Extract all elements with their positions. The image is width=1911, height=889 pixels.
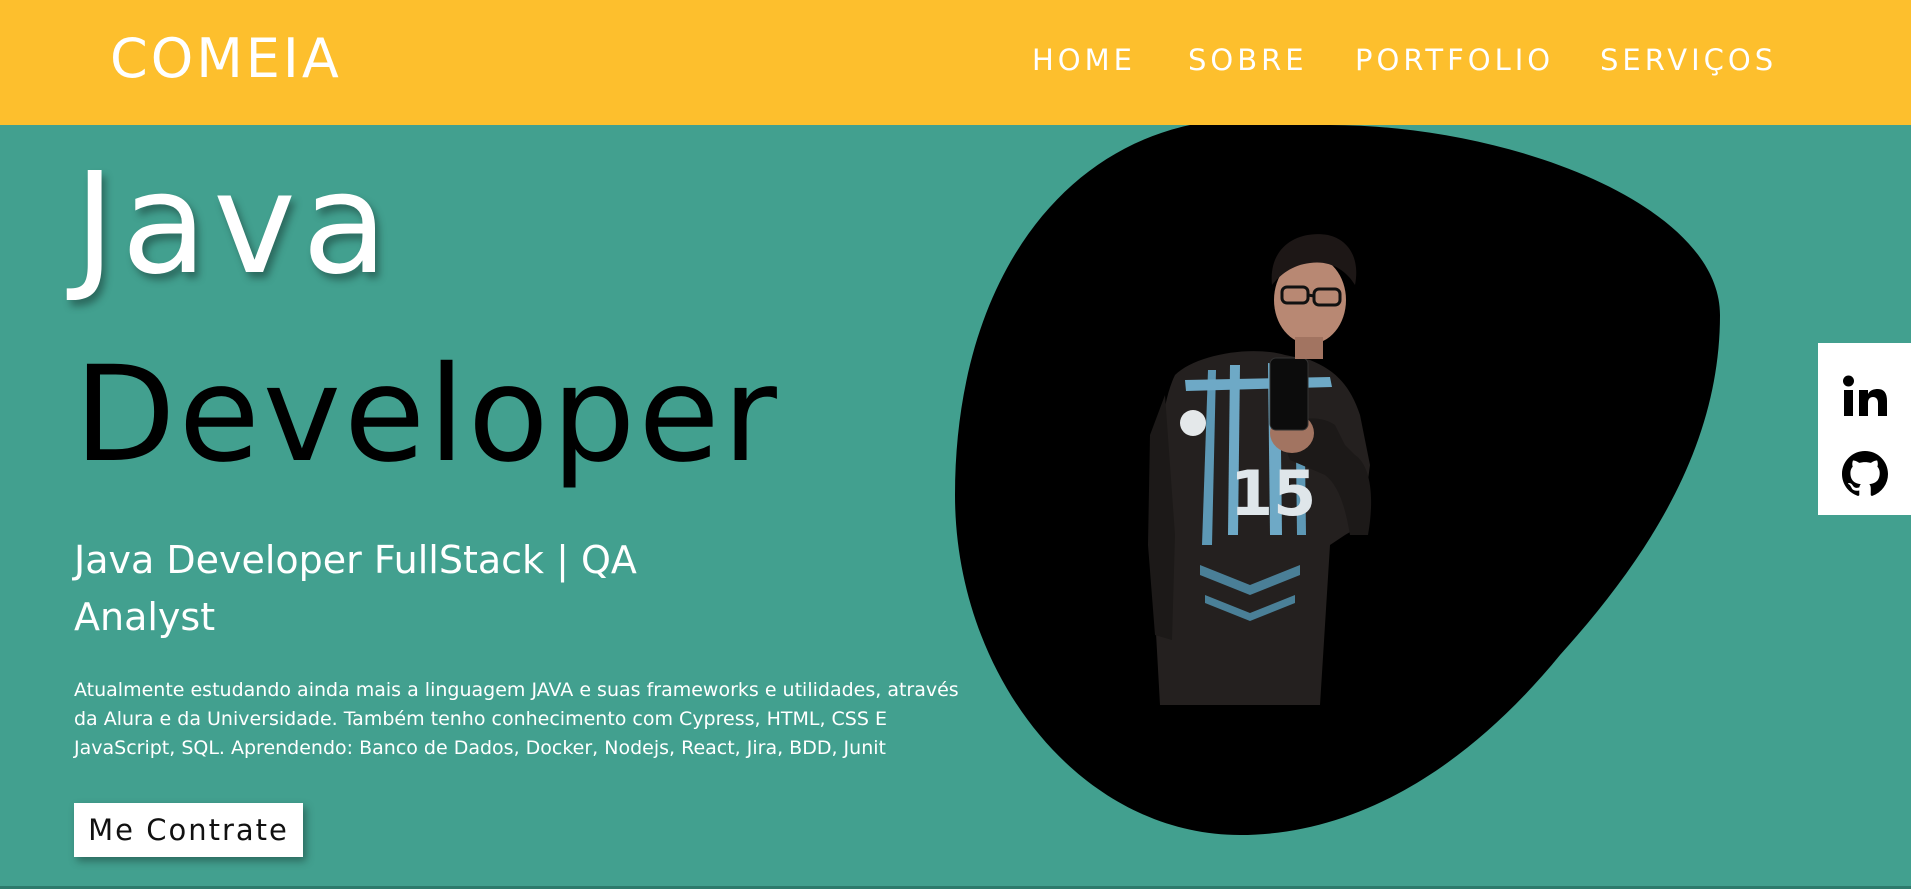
hero-title-developer: Developer (74, 338, 780, 492)
hero-photo-blob: 15 (950, 115, 1730, 845)
site-header: COMEIA HOME SOBRE PORTFOLIO SERVIÇOS (0, 0, 1911, 125)
hero-subtitle: Java Developer FullStack | QA Analyst (74, 538, 637, 639)
profile-photo: 15 (955, 125, 1720, 835)
site-logo[interactable]: COMEIA (110, 24, 342, 94)
nav-link-home[interactable]: HOME (1032, 40, 1136, 80)
nav-link-servicos[interactable]: SERVIÇOS (1600, 40, 1777, 80)
nav-link-portfolio[interactable]: PORTFOLIO (1355, 40, 1554, 80)
hire-me-button[interactable]: Me Contrate (74, 803, 303, 857)
hero-description: Atualmente estudando ainda mais a lingua… (74, 679, 959, 759)
social-sidebar (1818, 343, 1911, 515)
nav-link-sobre[interactable]: SOBRE (1188, 40, 1308, 80)
hero-title-java: Java (74, 143, 394, 306)
linkedin-icon[interactable] (1818, 361, 1911, 431)
jersey-number: 15 (1230, 457, 1316, 530)
github-icon[interactable] (1818, 439, 1911, 509)
